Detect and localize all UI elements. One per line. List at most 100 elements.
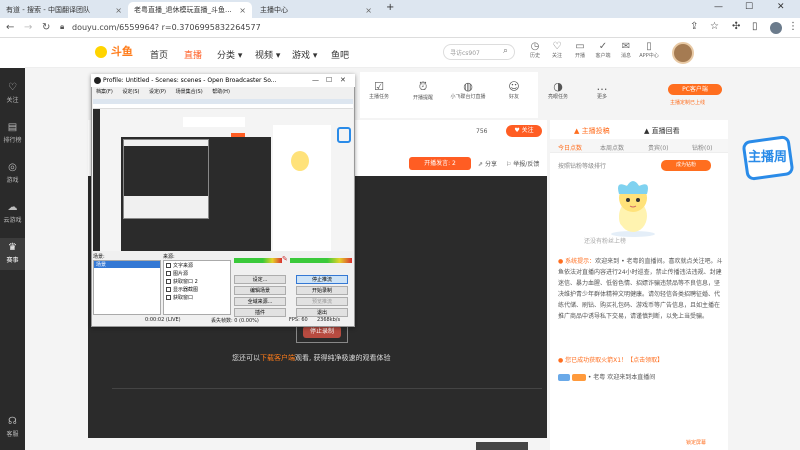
func-alarm[interactable]: ⏰︎ 开播提醒 (405, 80, 441, 101)
obs-exit-button[interactable]: 退出 (296, 308, 348, 317)
mic-icon[interactable]: ✎ (282, 255, 288, 263)
nav-home[interactable]: 首页 (150, 48, 168, 61)
source-item[interactable]: 显示器截图 (164, 286, 230, 293)
follow-button[interactable]: ♥ 关注 (506, 125, 542, 137)
nav-game[interactable]: 游戏 ▾ (292, 48, 317, 61)
tab-today[interactable]: 今日点数 (558, 143, 582, 152)
obs-global-sources-button[interactable]: 全域来源... (234, 297, 286, 306)
promo-banner[interactable]: 主播周 (741, 130, 795, 188)
obs-start-record-button[interactable]: 开始录制 (296, 286, 348, 295)
obs-menu-settings[interactable]: 设定(S) (122, 89, 139, 95)
tab-replay[interactable]: ▲ 直播回看 (644, 126, 680, 136)
nav-fishbar[interactable]: 鱼吧 (331, 48, 349, 61)
header-history[interactable]: ◷ 历史 (524, 41, 546, 59)
minimize-button[interactable]: — (714, 2, 723, 12)
source-item[interactable]: 图片源 (164, 270, 230, 277)
star-icon[interactable]: ☆ (710, 21, 719, 32)
cloud-game-icon: ☁ (7, 202, 18, 213)
obs-edit-scene-button[interactable]: 编辑场景 (234, 286, 286, 295)
fps: FPS: 60 (289, 317, 308, 323)
scenes-list[interactable]: 场景 (93, 260, 161, 315)
sidebar-icon[interactable]: ▯ (752, 21, 758, 32)
obs-preview-stream-button[interactable]: 预览推流 (296, 297, 348, 306)
new-tab-button[interactable]: + (386, 2, 394, 13)
obs-menu-file[interactable]: 档案(F) (96, 89, 113, 95)
tab-vip[interactable]: 贵宾(0) (648, 143, 669, 152)
obs-menu-scenes[interactable]: 场景集合(S) (176, 89, 203, 95)
search-icon[interactable]: ⌕ (503, 46, 508, 56)
tab-diamond[interactable]: 钻粉(0) (692, 143, 713, 152)
func-anchor-task[interactable]: ☑ 主播任务 (361, 80, 397, 100)
obs-stop-stream-button[interactable]: 停止推流 (296, 275, 348, 284)
obs-maximize-button[interactable]: ☐ (326, 76, 332, 84)
close-icon[interactable]: × (365, 6, 372, 15)
nav-video[interactable]: 视频 ▾ (255, 48, 280, 61)
source-item[interactable]: 文字来源 (164, 262, 230, 269)
empty-rank-text: 还没有粉丝上榜 (584, 238, 627, 245)
download-client-link[interactable]: 下载客户端 (260, 354, 295, 362)
func-friend[interactable]: ☺ 好友 (496, 80, 532, 100)
share-button[interactable]: ⇗ 分享 (478, 159, 497, 168)
maximize-button[interactable]: ☐ (745, 2, 753, 12)
sidebar-item-service[interactable]: ☊ 客服 (0, 416, 25, 438)
url-field[interactable]: douyu.com/6559964? r=0.3706995832264577 (72, 21, 692, 35)
obs-plugins-button[interactable]: 插件 (234, 308, 286, 317)
header-client[interactable]: ✓ 客户端 (592, 41, 614, 59)
browser-tab-1[interactable]: 有道 - 搜索 - 中国翻译团队 × (0, 2, 128, 18)
browser-tab-2[interactable]: 老粤直播_退休模玩直播_斗鱼... × (128, 2, 252, 18)
pc-client-button[interactable]: PC客户端 (668, 84, 722, 95)
obs-close-button[interactable]: ✕ (340, 76, 346, 84)
sidebar-item-cloud-game[interactable]: ☁ 云游戏 (0, 202, 25, 224)
obs-settings-button[interactable]: 设定... (234, 275, 286, 284)
obs-menu-help[interactable]: 帮助(H) (212, 89, 230, 95)
source-item[interactable]: 获取窗口 2 (164, 278, 230, 285)
obs-menu-profile[interactable]: 设定(P) (149, 89, 166, 95)
nav-category[interactable]: 分类 ▾ (217, 48, 242, 61)
header-app[interactable]: ▯ APP中心 (638, 41, 660, 59)
task-icon: ✓ (598, 41, 608, 52)
back-icon[interactable]: ← (6, 22, 14, 33)
douyu-logo[interactable]: 斗鱼 (95, 43, 141, 63)
share-icon[interactable]: ⇪ (690, 21, 698, 32)
dropped-frames: 丢失帧数: 0 (0.00%) (211, 318, 259, 324)
anchor-task-icon: ☑ (374, 80, 384, 93)
menu-icon[interactable]: ⋮ (788, 21, 798, 32)
rank-label: 按照钻粉等级排行 (558, 163, 607, 170)
extensions-icon[interactable]: ✣ (732, 21, 740, 32)
become-fan-button[interactable]: 成为钻粉 (661, 160, 711, 171)
header-follow[interactable]: ♡ 关注 (546, 41, 568, 59)
forward-icon[interactable]: → (24, 22, 32, 33)
nav-live[interactable]: 直播 (184, 48, 202, 61)
sidebar-item-follow[interactable]: ♡ 关注 (0, 82, 25, 104)
view-count: 756 (476, 128, 488, 135)
close-window-button[interactable]: ✕ (777, 2, 785, 12)
header-message[interactable]: ✉ 消息 (615, 41, 637, 59)
sidebar-item-ranking[interactable]: ▤ 排行榜 (0, 122, 25, 144)
scroll-lock-button[interactable]: 锁定屏幕 (686, 439, 706, 446)
gift-message[interactable]: ● 您已成功获取火箭X1！【点击领取】 (558, 355, 663, 364)
browser-tab-3[interactable]: 主播中心 × (254, 2, 378, 18)
sources-list[interactable]: 文字来源 图片源 获取窗口 2 显示器截图 获取窗口 (163, 260, 231, 315)
obs-minimize-button[interactable]: — (312, 76, 319, 84)
func-more[interactable]: … 更多 (584, 80, 620, 100)
stop-record-button[interactable]: 停止录制 (303, 326, 341, 338)
report-button[interactable]: ⚐ 举报/反馈 (506, 159, 539, 168)
stage-footer (112, 388, 542, 434)
sidebar-item-game[interactable]: ◎ 游戏 (0, 162, 25, 184)
func-ufo[interactable]: ◍ 小飞碟台灯直播 (444, 80, 492, 100)
sidebar-item-events[interactable]: ♛ 赛事 (0, 238, 25, 270)
func-rank-task[interactable]: ◑ 亮眼任务 (540, 80, 576, 100)
app-icon: ▯ (646, 41, 652, 52)
hot-badge[interactable]: 开播发言: 2 (409, 157, 471, 170)
stage-download-hint: 您还可以下载客户端观看, 获得纯净极速的观看体验 (232, 354, 391, 362)
scene-item[interactable]: 场景 (94, 261, 160, 268)
tab-week[interactable]: 本周点数 (600, 143, 624, 152)
reload-icon[interactable]: ↻ (42, 22, 50, 33)
header-live[interactable]: ▭ 开播 (569, 41, 591, 59)
source-item[interactable]: 获取窗口 (164, 294, 230, 301)
profile-icon[interactable] (770, 22, 782, 34)
avatar[interactable] (672, 42, 694, 64)
tab-anchor-post[interactable]: ▲ 主播投稿 (574, 126, 610, 136)
close-icon[interactable]: × (115, 6, 122, 15)
close-icon[interactable]: × (239, 6, 246, 15)
